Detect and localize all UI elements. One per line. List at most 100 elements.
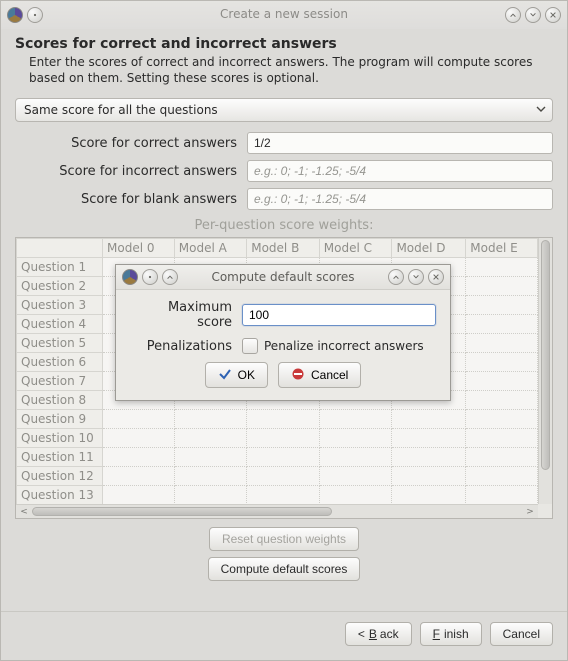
grid-cell[interactable]: [174, 448, 246, 467]
grid-cell[interactable]: [174, 410, 246, 429]
grid-cell[interactable]: [392, 486, 466, 505]
grid-cell[interactable]: [466, 296, 538, 315]
grid-cell[interactable]: [466, 486, 538, 505]
grid-cell[interactable]: [319, 429, 392, 448]
grid-cell[interactable]: [466, 315, 538, 334]
scroll-right-icon[interactable]: >: [524, 507, 536, 516]
score-mode-dropdown[interactable]: Same score for all the questions: [15, 98, 553, 122]
dialog-close-button[interactable]: [428, 269, 444, 285]
input-max-score[interactable]: [242, 304, 436, 326]
grid-cell[interactable]: [466, 277, 538, 296]
table-row: Question 9: [17, 410, 538, 429]
grid-cell[interactable]: [103, 467, 175, 486]
dialog-menu-button[interactable]: [142, 269, 158, 285]
row-incorrect: Score for incorrect answers: [15, 160, 553, 182]
grid-cell[interactable]: [392, 429, 466, 448]
grid-cell[interactable]: [247, 410, 320, 429]
grid-cell[interactable]: [466, 448, 538, 467]
ok-button[interactable]: OK: [205, 362, 268, 388]
grid-cell[interactable]: [392, 467, 466, 486]
grid-cell[interactable]: [466, 372, 538, 391]
cancel-button[interactable]: Cancel: [490, 622, 553, 646]
grid-column-header[interactable]: Model A: [174, 239, 246, 258]
grid-cell[interactable]: [466, 258, 538, 277]
table-row: Question 10: [17, 429, 538, 448]
compute-scores-dialog: Compute default scores Maximum score Pen…: [115, 264, 451, 401]
grid-row-header[interactable]: Question 4: [17, 315, 103, 334]
minimize-button[interactable]: [505, 7, 521, 23]
grid-row-header[interactable]: Question 1: [17, 258, 103, 277]
grid-row-header[interactable]: Question 9: [17, 410, 103, 429]
grid-cell[interactable]: [392, 448, 466, 467]
dialog-cancel-button[interactable]: Cancel: [278, 362, 361, 388]
grid-cell[interactable]: [247, 467, 320, 486]
vertical-scroll-thumb[interactable]: [541, 240, 550, 470]
page-description: Enter the scores of correct and incorrec…: [29, 54, 553, 86]
cancel-icon: [291, 367, 305, 384]
input-blank[interactable]: [247, 188, 553, 210]
dialog-maximize-button[interactable]: [408, 269, 424, 285]
grid-row-header[interactable]: Question 2: [17, 277, 103, 296]
grid-row-header[interactable]: Question 6: [17, 353, 103, 372]
grid-cell[interactable]: [319, 410, 392, 429]
horizontal-scrollbar[interactable]: < >: [16, 504, 538, 518]
close-button[interactable]: [545, 7, 561, 23]
grid-column-header[interactable]: Model 0: [103, 239, 175, 258]
grid-cell[interactable]: [466, 391, 538, 410]
maximize-button[interactable]: [525, 7, 541, 23]
weights-label: Per-question score weights:: [15, 218, 553, 233]
main-window: Create a new session Scores for correct …: [0, 0, 568, 661]
checkbox-penalize[interactable]: [242, 338, 258, 354]
grid-column-header[interactable]: Model B: [247, 239, 320, 258]
grid-cell[interactable]: [103, 448, 175, 467]
grid-cell[interactable]: [174, 429, 246, 448]
finish-button[interactable]: Finish: [420, 622, 482, 646]
compute-scores-button[interactable]: Compute default scores: [208, 557, 361, 581]
grid-cell[interactable]: [319, 486, 392, 505]
vertical-scrollbar[interactable]: [538, 238, 552, 504]
back-button[interactable]: <Back: [345, 622, 412, 646]
reset-weights-button[interactable]: Reset question weights: [209, 527, 359, 551]
grid-column-header[interactable]: Model C: [319, 239, 392, 258]
grid-cell[interactable]: [103, 486, 175, 505]
grid-cell[interactable]: [319, 448, 392, 467]
table-row: Question 12: [17, 467, 538, 486]
grid-cell[interactable]: [466, 353, 538, 372]
grid-cell[interactable]: [466, 334, 538, 353]
app-icon: [122, 269, 138, 285]
grid-cell[interactable]: [247, 448, 320, 467]
grid-cell[interactable]: [392, 410, 466, 429]
grid-cell[interactable]: [247, 486, 320, 505]
grid-column-header[interactable]: Model D: [392, 239, 466, 258]
grid-cell[interactable]: [174, 467, 246, 486]
grid-row-header[interactable]: Question 10: [17, 429, 103, 448]
grid-cell[interactable]: [319, 467, 392, 486]
grid-row-header[interactable]: Question 7: [17, 372, 103, 391]
grid-row-header[interactable]: Question 13: [17, 486, 103, 505]
dialog-minimize-button[interactable]: [388, 269, 404, 285]
dialog-rollup-button[interactable]: [162, 269, 178, 285]
row-blank: Score for blank answers: [15, 188, 553, 210]
input-incorrect[interactable]: [247, 160, 553, 182]
grid-cell[interactable]: [466, 467, 538, 486]
row-max-score: Maximum score: [130, 300, 436, 330]
scroll-left-icon[interactable]: <: [18, 507, 30, 516]
table-row: Question 11: [17, 448, 538, 467]
grid-cell[interactable]: [174, 486, 246, 505]
grid-row-header[interactable]: Question 11: [17, 448, 103, 467]
center-buttons: Reset question weights Compute default s…: [15, 527, 553, 581]
grid-row-header[interactable]: Question 5: [17, 334, 103, 353]
page-heading: Scores for correct and incorrect answers: [15, 36, 553, 52]
grid-row-header[interactable]: Question 3: [17, 296, 103, 315]
input-correct[interactable]: [247, 132, 553, 154]
grid-row-header[interactable]: Question 8: [17, 391, 103, 410]
grid-cell[interactable]: [247, 429, 320, 448]
grid-cell[interactable]: [103, 429, 175, 448]
grid-row-header[interactable]: Question 12: [17, 467, 103, 486]
grid-cell[interactable]: [466, 410, 538, 429]
menu-button[interactable]: [27, 7, 43, 23]
horizontal-scroll-thumb[interactable]: [32, 507, 332, 516]
grid-cell[interactable]: [466, 429, 538, 448]
grid-cell[interactable]: [103, 410, 175, 429]
grid-column-header[interactable]: Model E: [466, 239, 538, 258]
